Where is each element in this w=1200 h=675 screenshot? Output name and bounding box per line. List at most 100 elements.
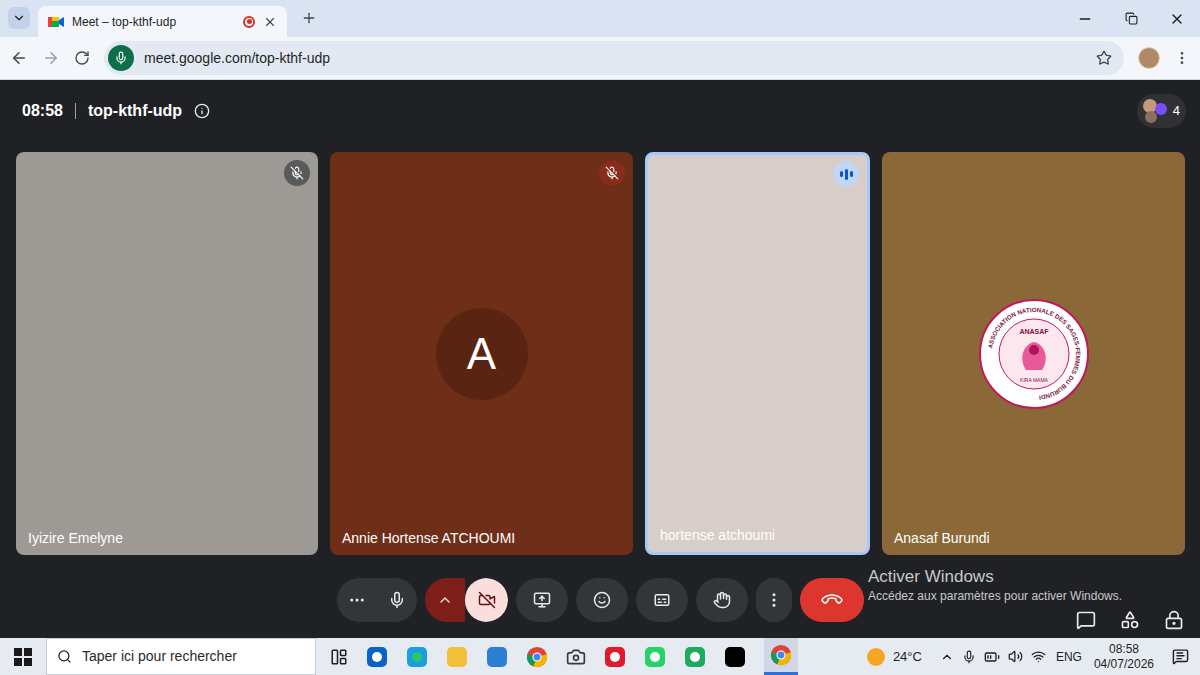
microsoft-store-icon[interactable] — [486, 646, 508, 668]
participant-tile[interactable]: hortense atchoumi — [645, 152, 870, 555]
tab-search-button[interactable] — [8, 7, 30, 29]
address-bar[interactable]: meet.google.com/top-kthf-udp — [104, 41, 1124, 75]
tray-mic-icon[interactable] — [962, 650, 976, 664]
camera-button[interactable] — [465, 578, 508, 622]
wifi-icon[interactable] — [1031, 649, 1046, 664]
svg-text:ANASAF: ANASAF — [1019, 328, 1049, 335]
captions-button[interactable] — [636, 578, 688, 622]
url-text: meet.google.com/top-kthf-udp — [144, 48, 1086, 69]
notifications-button[interactable] — [1166, 648, 1200, 665]
chrome-icon[interactable] — [526, 646, 548, 668]
restore-icon — [1125, 12, 1138, 25]
meeting-time: 08:58 — [22, 99, 63, 123]
reload-icon[interactable] — [74, 50, 90, 66]
clock-time: 08:58 — [1109, 642, 1139, 657]
meet-favicon-icon — [48, 15, 64, 29]
more-options-button[interactable] — [756, 578, 792, 622]
activities-icon[interactable] — [1120, 610, 1140, 630]
close-icon — [1169, 11, 1185, 27]
meeting-header: 08:58 top-kthf-udp 4 — [0, 80, 1200, 142]
recording-indicator — [243, 16, 255, 28]
minimize-icon — [1077, 11, 1093, 27]
chrome-icon[interactable] — [770, 644, 792, 666]
video-options-icon[interactable] — [437, 592, 453, 608]
browser-tab[interactable]: Meet – top-kthf-udp — [38, 6, 287, 37]
active-chrome-app[interactable] — [764, 638, 798, 675]
opera-icon[interactable] — [604, 646, 626, 668]
restore-button[interactable] — [1108, 0, 1154, 37]
host-controls-icon[interactable] — [1164, 610, 1184, 630]
microphone-in-use-icon — [114, 51, 128, 65]
weather-widget[interactable]: 24°C — [867, 647, 940, 667]
outlook-icon[interactable] — [366, 646, 388, 668]
meet-area: 08:58 top-kthf-udp 4 Iyizire EmelyneAAnnie … — [0, 80, 1200, 638]
x-app-icon[interactable] — [724, 646, 746, 668]
close-tab-icon[interactable] — [263, 15, 277, 29]
volume-icon[interactable] — [1008, 649, 1023, 664]
desktop: Meet – top-kthf-udp meet.google.com/top-k… — [0, 0, 1200, 675]
leave-call-button[interactable] — [800, 578, 864, 622]
toolbar: meet.google.com/top-kthf-udp — [0, 37, 1200, 80]
search-icon — [57, 649, 72, 664]
camera-app-icon[interactable] — [566, 647, 586, 667]
svg-text:KIRA MAMA: KIRA MAMA — [1020, 377, 1048, 383]
muted-indicator — [599, 160, 625, 186]
svg-text:ASSOCIATION NATIONALE DES SAGE: ASSOCIATION NATIONALE DES SAGES-FEMMES D… — [986, 305, 1082, 401]
audio-options-icon[interactable] — [348, 591, 366, 609]
bookmark-star-icon[interactable] — [1096, 50, 1112, 66]
participant-name: hortense atchoumi — [660, 526, 775, 544]
activation-watermark: Activer WindowsAccédez aux paramètres po… — [868, 566, 1122, 604]
minimize-button[interactable] — [1062, 0, 1108, 37]
file-explorer-icon[interactable] — [446, 646, 468, 668]
clock[interactable]: 08:5804/07/2026 — [1094, 642, 1166, 672]
participant-grid: Iyizire EmelyneAAnnie Hortense ATCHOUMI h… — [0, 152, 1200, 555]
menu-icon[interactable] — [1174, 50, 1190, 66]
raise-hand-icon — [713, 591, 731, 609]
notifications-icon — [1172, 648, 1189, 665]
chat-icon[interactable] — [1076, 610, 1096, 630]
plus-icon — [301, 10, 317, 26]
microphone-icon[interactable] — [388, 591, 406, 609]
meeting-code: top-kthf-udp — [88, 99, 182, 123]
windows-start-icon[interactable] — [14, 648, 32, 666]
participant-name: Annie Hortense ATCHOUMI — [342, 529, 515, 547]
whatsapp-business-icon[interactable] — [684, 646, 706, 668]
sun-icon — [867, 648, 885, 666]
video-control-group — [425, 578, 508, 622]
whatsapp-icon[interactable] — [644, 646, 666, 668]
participant-count: 4 — [1173, 101, 1180, 121]
participant-tile[interactable]: ASSOCIATION NATIONALE DES SAGES-FEMMES D… — [882, 152, 1185, 555]
camera-off-icon — [478, 591, 496, 609]
battery-icon[interactable] — [984, 649, 1000, 665]
info-icon[interactable] — [194, 103, 210, 119]
present-button[interactable] — [516, 578, 568, 622]
participants-button[interactable]: 4 — [1137, 94, 1186, 128]
emoji-icon — [593, 591, 611, 609]
taskbar-search[interactable]: Taper ici pour rechercher — [46, 638, 316, 675]
forward-icon[interactable] — [42, 49, 60, 67]
side-actions — [1076, 610, 1184, 630]
audio-control-group — [337, 578, 417, 622]
participant-tile[interactable]: Iyizire Emelyne — [16, 152, 318, 555]
new-tab-button[interactable] — [297, 6, 321, 30]
weather-temperature: 24°C — [893, 647, 922, 667]
watermark-title: Activer Windows — [868, 566, 1122, 588]
close-window-button[interactable] — [1154, 0, 1200, 37]
edge-icon[interactable] — [406, 646, 428, 668]
participant-tile[interactable]: AAnnie Hortense ATCHOUMI — [330, 152, 633, 555]
start-button[interactable] — [0, 638, 46, 675]
profile-avatar[interactable] — [1138, 47, 1160, 69]
taskbar: Taper ici pour rechercher 24°C ENG08:5804/… — [0, 638, 1200, 675]
more-icon — [765, 591, 783, 609]
tab-title: Meet – top-kthf-udp — [72, 13, 235, 31]
reactions-button[interactable] — [576, 578, 628, 622]
watermark-subtitle: Accédez aux paramètres pour activer Wind… — [868, 588, 1122, 604]
captions-icon — [653, 591, 671, 609]
input-language[interactable]: ENG — [1056, 648, 1094, 666]
back-icon[interactable] — [10, 49, 28, 67]
muted-indicator — [284, 160, 310, 186]
hidden-icons-icon[interactable] — [940, 650, 954, 664]
raise-hand-button[interactable] — [696, 578, 748, 622]
task-view-icon[interactable] — [330, 648, 348, 666]
participant-name: Anasaf Burundi — [894, 529, 990, 547]
